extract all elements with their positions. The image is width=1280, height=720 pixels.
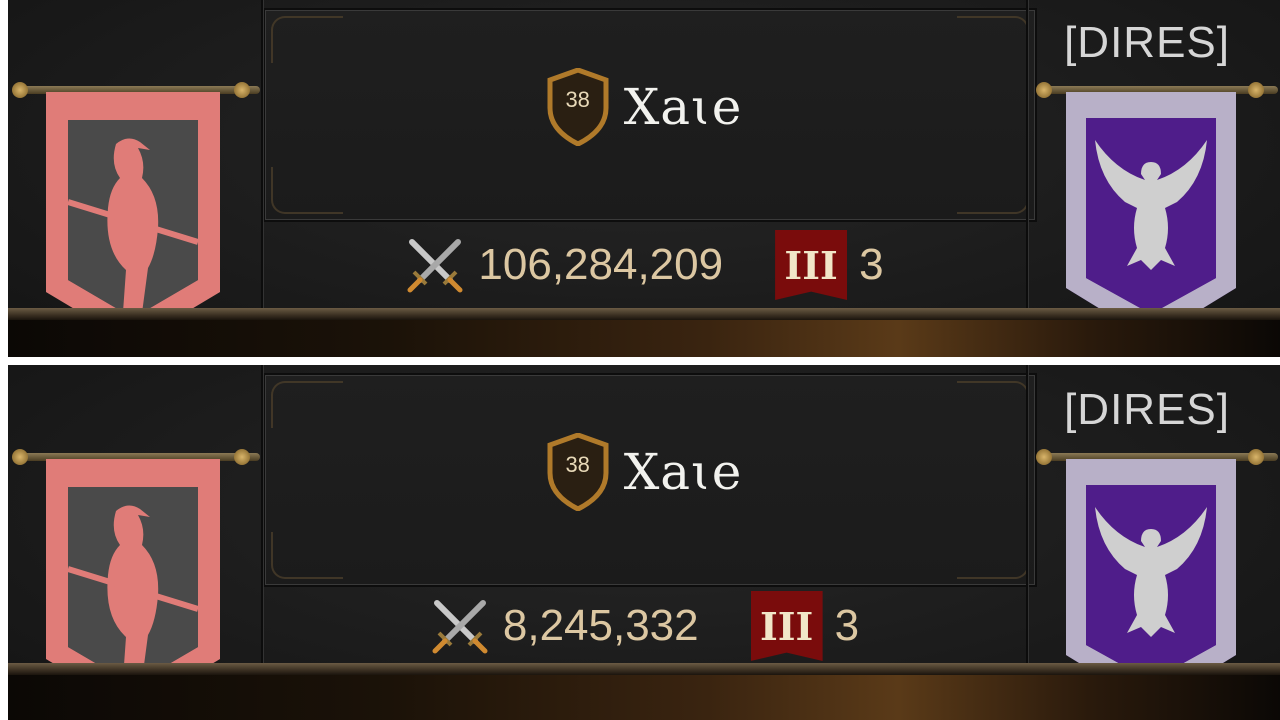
profile-panel-top: 38 Xaɩe 106,284,209 III 3 [DIRES] — [8, 0, 1280, 357]
power-value: 8,245,332 — [502, 601, 699, 650]
level-value: 38 — [565, 87, 590, 112]
guild-tag[interactable]: [DIRES] — [1064, 385, 1230, 435]
level-badge: 38 — [546, 68, 610, 146]
tier-count: 3 — [859, 240, 884, 289]
power-value: 106,284,209 — [478, 240, 724, 289]
guild-tag[interactable]: [DIRES] — [1064, 18, 1230, 68]
level-value: 38 — [565, 452, 590, 477]
crossed-swords-icon — [432, 600, 488, 654]
tier-count: 3 — [834, 601, 860, 650]
tier-badge: III — [775, 230, 848, 300]
tier-badge: III — [750, 591, 823, 661]
profile-panel-bottom: 38 Xaɩe 8,245,332 III 3 [DIRES] — [8, 365, 1280, 720]
player-name: Xaɩe — [623, 443, 743, 501]
crossed-swords-icon — [407, 239, 463, 293]
player-name: Xaɩe — [623, 78, 743, 136]
level-badge: 38 — [546, 433, 610, 511]
